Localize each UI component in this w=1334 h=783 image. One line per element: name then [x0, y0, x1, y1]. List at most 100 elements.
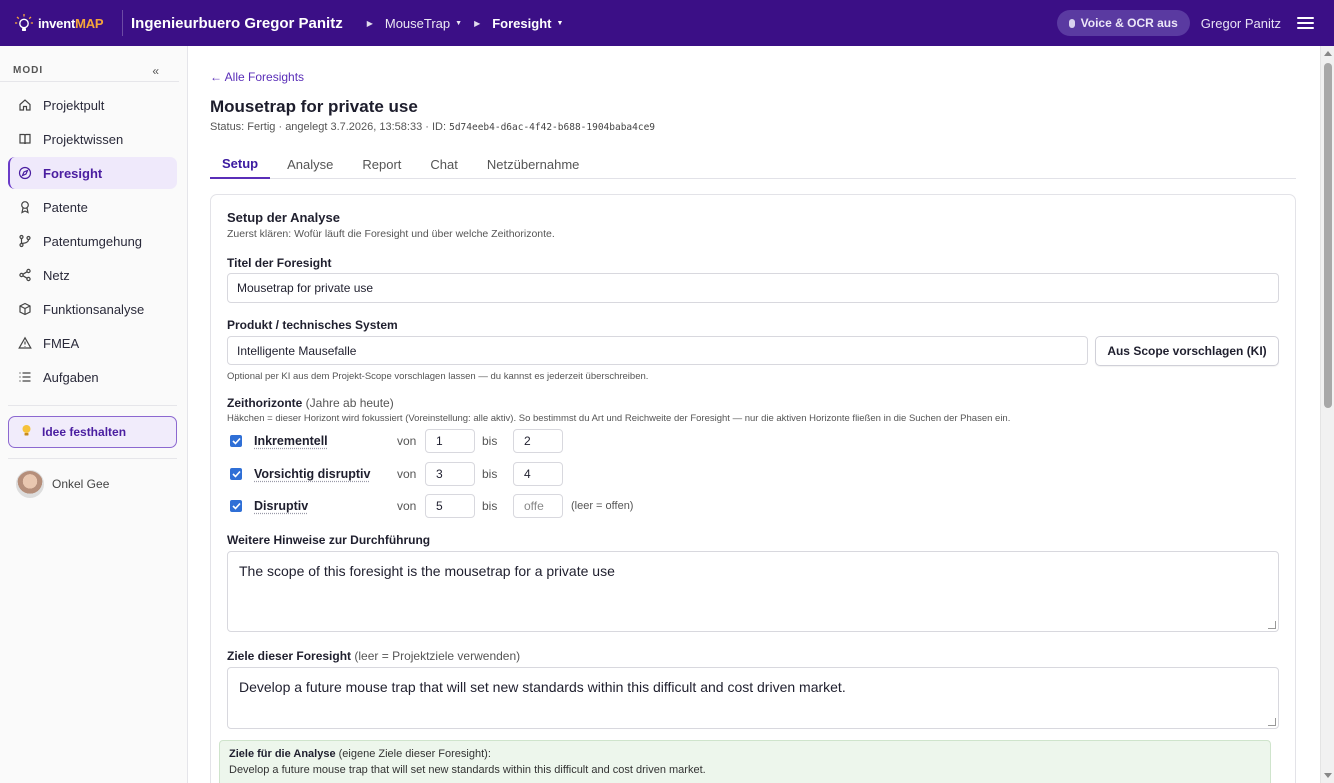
horizons-hint: Häkchen = dieser Horizont wird fokussier…: [227, 413, 1011, 424]
goals-textarea[interactable]: Develop a future mouse trap that will se…: [227, 667, 1279, 729]
scroll-up-icon[interactable]: [1324, 51, 1332, 56]
suggest-from-scope-button[interactable]: Aus Scope vorschlagen (KI): [1095, 336, 1279, 366]
home-icon: [18, 98, 32, 112]
breadcrumb-arrow-icon: ▶: [474, 18, 481, 28]
breadcrumb-module-label: Foresight: [492, 15, 552, 31]
analysis-goals-label: Ziele für die Analyse: [229, 748, 336, 760]
goals-label-text: Ziele dieser Foresight: [227, 649, 352, 663]
award-icon: [18, 200, 32, 214]
breadcrumb-module[interactable]: Foresight ▼: [492, 16, 563, 31]
sidebar-item-foresight[interactable]: Foresight: [8, 157, 177, 189]
chevron-down-icon: ▼: [556, 19, 564, 27]
analysis-goals-note: (eigene Ziele dieser Foresight):: [338, 748, 491, 760]
sidebar-item-fmea[interactable]: FMEA: [8, 327, 177, 359]
list-icon: [18, 370, 32, 384]
horizon-row: Disruptiv von 5 bis offe (leer = offen): [230, 494, 633, 518]
avatar: [16, 470, 44, 498]
meta-id: 5d74eeb4-d6ac-4f42-b688-1904baba4ce9: [449, 122, 656, 133]
sidebar-item-projektwissen[interactable]: Projektwissen: [8, 123, 177, 155]
horizon-name: Vorsichtig disruptiv: [254, 467, 371, 481]
notes-text: The scope of this foresight is the mouse…: [239, 563, 615, 579]
horizon-checkbox[interactable]: [230, 435, 242, 447]
scroll-down-icon[interactable]: [1324, 773, 1332, 778]
lightbulb-icon: [21, 424, 32, 440]
horizon-from-input[interactable]: 5: [425, 494, 475, 518]
collapse-sidebar-icon[interactable]: «: [152, 64, 159, 78]
scrollbar-thumb[interactable]: [1324, 63, 1332, 408]
sidebar-item-label: Netz: [43, 267, 70, 283]
product-input[interactable]: Intelligente Mausefalle: [227, 336, 1088, 365]
horizon-checkbox[interactable]: [230, 468, 242, 480]
workspace-name[interactable]: Ingenieurbuero Gregor Panitz: [131, 15, 343, 32]
idea-button-label: Idee festhalten: [42, 425, 127, 439]
sidebar-nav: Projektpult Projektwissen Foresight Pate…: [0, 82, 187, 393]
sidebar-item-projektpult[interactable]: Projektpult: [8, 89, 177, 121]
tab-netzuebernahme[interactable]: Netzübernahme: [475, 149, 592, 179]
horizon-from-input[interactable]: 3: [425, 462, 475, 486]
open-end-note: (leer = offen): [571, 500, 634, 512]
menu-icon[interactable]: [1297, 17, 1314, 29]
profile-name: Onkel Gee: [52, 477, 110, 491]
tab-analyse[interactable]: Analyse: [275, 149, 345, 179]
to-label: bis: [482, 499, 498, 513]
sidebar-section-label: MODI: [13, 65, 44, 76]
sidebar-item-patente[interactable]: Patente: [8, 191, 177, 223]
chevron-down-icon: ▼: [455, 19, 463, 27]
horizon-to-input[interactable]: offe: [513, 494, 563, 518]
horizon-checkbox[interactable]: [230, 500, 242, 512]
from-label: von: [397, 434, 417, 448]
lightbulb-icon: [14, 13, 34, 33]
sidebar-item-label: FMEA: [43, 335, 80, 351]
from-label: von: [397, 467, 417, 481]
tab-report[interactable]: Report: [350, 149, 413, 179]
sidebar-item-label: Funktionsanalyse: [43, 301, 145, 317]
page-meta: Status: Fertig · angelegt 3.7.2026, 13:5…: [210, 121, 655, 133]
goals-label-note: (leer = Projektziele verwenden): [354, 649, 521, 663]
horizons-label-text: Zeithorizonte: [227, 396, 303, 410]
sidebar-item-netz[interactable]: Netz: [8, 259, 177, 291]
horizons-label: Zeithorizonte (Jahre ab heute): [227, 396, 394, 410]
app-logo[interactable]: inventMAP: [14, 13, 114, 33]
breadcrumb-project[interactable]: MouseTrap ▼: [385, 16, 462, 31]
title-input[interactable]: Mousetrap for private use: [227, 273, 1279, 303]
topbar-divider: [122, 10, 123, 36]
profile-row[interactable]: Onkel Gee: [0, 459, 187, 498]
horizon-from-input[interactable]: 1: [425, 429, 475, 453]
user-name[interactable]: Gregor Panitz: [1201, 16, 1281, 31]
horizon-to-input[interactable]: 4: [513, 462, 563, 486]
to-label: bis: [482, 467, 498, 481]
resize-handle-icon[interactable]: [1268, 718, 1276, 726]
sidebar-item-funktionsanalyse[interactable]: Funktionsanalyse: [8, 293, 177, 325]
horizon-row: Vorsichtig disruptiv von 3 bis 4: [230, 462, 563, 486]
sidebar: MODI « Projektpult Projektwissen Foresig…: [0, 46, 188, 783]
analysis-goals-box: Ziele für die Analyse (eigene Ziele dies…: [219, 740, 1271, 783]
title-label: Titel der Foresight: [227, 256, 332, 270]
sidebar-item-aufgaben[interactable]: Aufgaben: [8, 361, 177, 393]
horizon-to-input[interactable]: 2: [513, 429, 563, 453]
product-label: Produkt / technisches System: [227, 318, 398, 332]
from-label: von: [397, 499, 417, 513]
main-content: ← Alle Foresights Mousetrap for private …: [189, 46, 1320, 783]
analysis-goals-text: Develop a future mouse trap that will se…: [229, 764, 706, 776]
brand-name-b: MAP: [75, 15, 104, 31]
book-icon: [18, 132, 32, 146]
compass-icon: [18, 166, 32, 180]
top-bar: inventMAP Ingenieurbuero Gregor Panitz ▶…: [0, 0, 1334, 46]
notes-label: Weitere Hinweise zur Durchführung: [227, 533, 431, 547]
sidebar-item-patentumgehung[interactable]: Patentumgehung: [8, 225, 177, 257]
page-scrollbar[interactable]: [1320, 46, 1334, 783]
back-to-foresights-link[interactable]: ← Alle Foresights: [210, 70, 304, 84]
share-icon: [18, 268, 32, 282]
resize-handle-icon[interactable]: [1268, 621, 1276, 629]
brand-name-a: invent: [38, 15, 76, 31]
notes-textarea[interactable]: The scope of this foresight is the mouse…: [227, 551, 1279, 632]
meta-status: Status: Fertig · angelegt 3.7.2026, 13:5…: [210, 121, 447, 133]
sidebar-item-label: Aufgaben: [43, 369, 99, 385]
tab-chat[interactable]: Chat: [418, 149, 469, 179]
goals-label: Ziele dieser Foresight (leer = Projektzi…: [227, 649, 520, 663]
breadcrumb-arrow-icon: ▶: [366, 18, 373, 28]
idea-button[interactable]: Idee festhalten: [8, 416, 177, 448]
tab-setup[interactable]: Setup: [210, 149, 271, 179]
voice-ocr-toggle[interactable]: Voice & OCR aus: [1056, 10, 1190, 36]
microphone-icon: [1068, 18, 1075, 28]
